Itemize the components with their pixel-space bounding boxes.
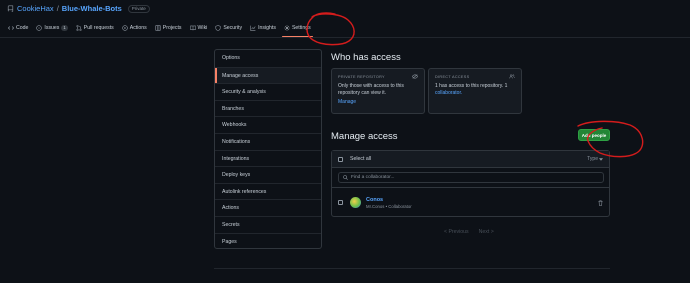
previous-page-button[interactable]: < Previous: [444, 229, 469, 235]
side-menu-secrets[interactable]: Secrets: [215, 215, 321, 233]
side-menu-options[interactable]: Options: [215, 50, 321, 67]
repo-owner-link[interactable]: CookieHax: [17, 4, 54, 13]
shield-icon: [215, 25, 221, 31]
card-text: 1 has access to this repository. 1: [435, 83, 508, 89]
avatar: [350, 197, 361, 208]
repo-header: CookieHax / Blue-Whale-Bots Private: [7, 4, 150, 13]
book-icon: [189, 25, 196, 31]
collaborator-link[interactable]: collaborator.: [435, 90, 515, 96]
collaborator-info: Conos Mr.Conos • Collaborator: [366, 197, 598, 209]
search-placeholder: Find a collaborator...: [351, 175, 395, 180]
tab-security[interactable]: Security: [215, 22, 242, 34]
card-heading: PRIVATE REPOSITORY: [338, 74, 385, 79]
tab-actions[interactable]: Actions: [122, 22, 147, 34]
private-repository-card: PRIVATE REPOSITORY Only those with acces…: [331, 68, 425, 114]
select-all-checkbox[interactable]: [338, 156, 343, 162]
tab-projects[interactable]: Projects: [155, 22, 182, 34]
side-menu-manage-access[interactable]: Manage access: [215, 66, 321, 84]
side-menu-deploy-keys[interactable]: Deploy keys: [215, 166, 321, 183]
manage-access-heading: Manage access: [331, 131, 398, 142]
code-icon: [8, 25, 14, 31]
tabs-divider: [0, 37, 690, 38]
manage-visibility-link[interactable]: Manage: [338, 99, 418, 105]
tab-label: Insights: [258, 25, 276, 31]
play-icon: [122, 25, 128, 31]
table-icon: [155, 25, 161, 31]
repo-icon: [7, 5, 14, 13]
find-collaborator-row: Find a collaborator...: [332, 168, 609, 188]
people-icon: [509, 74, 515, 79]
collaborators-box: Select all Type Find a collaborator... C…: [331, 150, 610, 217]
search-icon: [343, 175, 348, 180]
side-menu-actions[interactable]: Actions: [215, 199, 321, 216]
card-heading: DIRECT ACCESS: [435, 74, 470, 79]
tab-label: Actions: [129, 25, 147, 31]
next-page-button[interactable]: Next >: [479, 229, 494, 235]
tab-label: Settings: [291, 25, 311, 31]
tab-pull-requests[interactable]: Pull requests: [76, 22, 114, 34]
pull-request-icon: [76, 25, 82, 31]
select-all-label: Select all: [350, 156, 372, 162]
tab-label: Pull requests: [83, 25, 114, 31]
chevron-down-icon: [599, 157, 603, 161]
direct-access-card: DIRECT ACCESS 1 has access to this repos…: [428, 68, 522, 114]
side-menu-notifications[interactable]: Notifications: [215, 132, 321, 150]
graph-icon: [250, 25, 256, 31]
type-filter-label: Type: [587, 156, 598, 162]
tab-label: Security: [223, 25, 243, 31]
eye-closed-icon: [412, 74, 418, 79]
tab-insights[interactable]: Insights: [250, 22, 276, 34]
tab-settings[interactable]: Settings: [281, 22, 313, 37]
trash-icon[interactable]: [598, 199, 603, 206]
find-collaborator-input[interactable]: Find a collaborator...: [338, 172, 604, 183]
repo-separator: /: [56, 4, 59, 13]
pagination: < Previous Next >: [444, 229, 494, 235]
add-people-button[interactable]: Add people: [578, 129, 610, 141]
tab-wiki[interactable]: Wiki: [189, 22, 208, 34]
side-menu-pages[interactable]: Pages: [215, 232, 321, 250]
gear-icon: [284, 25, 290, 31]
side-menu-branches[interactable]: Branches: [215, 99, 321, 117]
tab-label: Code: [16, 25, 29, 31]
repo-nav-tabs: Code Issues 1 Pull requests Actions Proj…: [8, 22, 319, 37]
tab-issues[interactable]: Issues 1: [36, 22, 68, 34]
type-filter-dropdown[interactable]: Type: [587, 156, 603, 162]
collaborator-name-link[interactable]: Conos: [366, 197, 598, 203]
collaborator-row: Conos Mr.Conos • Collaborator: [332, 188, 609, 217]
collaborator-checkbox[interactable]: [338, 200, 343, 205]
tab-label: Projects: [162, 25, 182, 31]
side-menu-security-analysis[interactable]: Security & analysis: [215, 83, 321, 100]
tab-label: Issues: [44, 25, 60, 31]
issue-count-badge: 1: [61, 25, 68, 31]
tab-code[interactable]: Code: [8, 22, 28, 34]
issue-icon: [36, 25, 43, 31]
collaborators-header: Select all Type: [332, 151, 609, 168]
repo-name-link[interactable]: Blue-Whale-Bots: [62, 4, 122, 13]
tab-label: Wiki: [197, 25, 208, 31]
who-has-access-heading: Who has access: [331, 52, 401, 63]
side-menu-integrations[interactable]: Integrations: [215, 149, 321, 167]
settings-side-menu: Options Manage access Security & analysi…: [214, 49, 322, 249]
visibility-badge: Private: [127, 4, 150, 13]
card-text: Only those with access to this repositor…: [338, 83, 404, 96]
side-menu-webhooks[interactable]: Webhooks: [215, 116, 321, 133]
footer-divider: [214, 268, 610, 269]
collaborator-role: Mr.Conos • Collaborator: [366, 203, 412, 209]
side-menu-autolink-references[interactable]: Autolink references: [215, 182, 321, 200]
